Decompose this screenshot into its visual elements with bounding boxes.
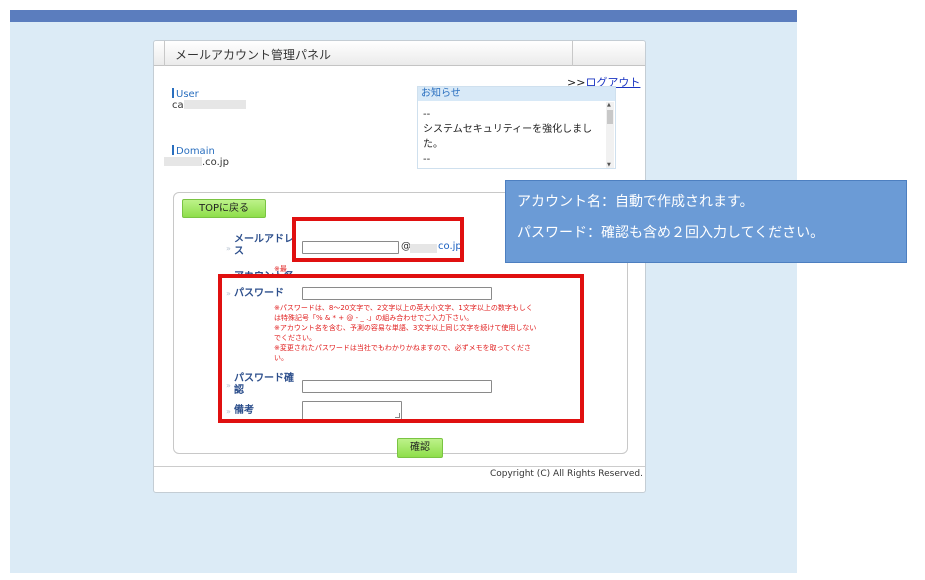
mail-address-label: メールアドレ ス bbox=[234, 234, 294, 258]
domain-value-text: .co.jp bbox=[202, 157, 229, 168]
footer: Copyright (C) All Rights Reserved. bbox=[154, 466, 645, 480]
highlight-password-section bbox=[218, 274, 584, 423]
domain-value: .co.jp bbox=[164, 157, 229, 168]
user-marker-icon bbox=[172, 88, 174, 98]
user-label: User bbox=[172, 88, 199, 100]
scroll-thumb[interactable] bbox=[607, 110, 613, 124]
domain-value-mask bbox=[164, 157, 202, 166]
news-content: -- システムセキュリティーを強化しまし た。 -- bbox=[423, 107, 603, 167]
mail-label-line1: メールアドレ bbox=[234, 234, 294, 245]
panel-header: メールアカウント管理パネル bbox=[154, 41, 645, 66]
highlight-mail-address bbox=[292, 217, 464, 262]
instruction-callout: アカウント名：自動で作成されます。 パスワード：確認も含め２回入力してください。 bbox=[505, 180, 907, 263]
domain-label-text: Domain bbox=[176, 146, 215, 157]
copyright-text: Copyright (C) All Rights Reserved. bbox=[489, 469, 643, 479]
news-line: -- bbox=[423, 154, 431, 165]
account-panel: メールアカウント管理パネル >>ログアウト User ca Domain .co… bbox=[153, 40, 646, 493]
callout-line-password: パスワード：確認も含め２回入力してください。 bbox=[517, 225, 825, 241]
confirm-button[interactable]: 確認 bbox=[397, 438, 443, 458]
top-back-button[interactable]: TOPに戻る bbox=[182, 199, 266, 218]
callout-line-account: アカウント名：自動で作成されます。 bbox=[517, 194, 754, 210]
user-value: ca bbox=[172, 100, 246, 111]
row-arrow-icon: » bbox=[226, 244, 231, 253]
mail-label-line2: ス bbox=[234, 246, 244, 257]
news-box[interactable]: お知らせ -- システムセキュリティーを強化しまし た。 -- ▲ ▼ bbox=[417, 86, 616, 169]
panel-title: メールアカウント管理パネル bbox=[175, 48, 332, 62]
top-accent-bar bbox=[10, 10, 797, 22]
news-line: システムセキュリティーを強化しまし bbox=[423, 124, 593, 135]
news-scrollbar[interactable]: ▲ ▼ bbox=[606, 102, 614, 168]
header-divider-right bbox=[572, 41, 573, 66]
domain-label: Domain bbox=[172, 145, 215, 157]
user-label-text: User bbox=[176, 89, 199, 100]
news-line: た。 bbox=[423, 139, 443, 150]
scroll-down-icon[interactable]: ▼ bbox=[607, 162, 611, 168]
news-title: お知らせ bbox=[418, 87, 615, 101]
domain-marker-icon bbox=[172, 145, 174, 155]
user-value-mask bbox=[183, 100, 246, 109]
user-value-text: ca bbox=[172, 100, 184, 111]
header-divider-left bbox=[164, 41, 165, 66]
scroll-up-icon[interactable]: ▲ bbox=[607, 102, 611, 108]
news-line: -- bbox=[423, 109, 431, 120]
